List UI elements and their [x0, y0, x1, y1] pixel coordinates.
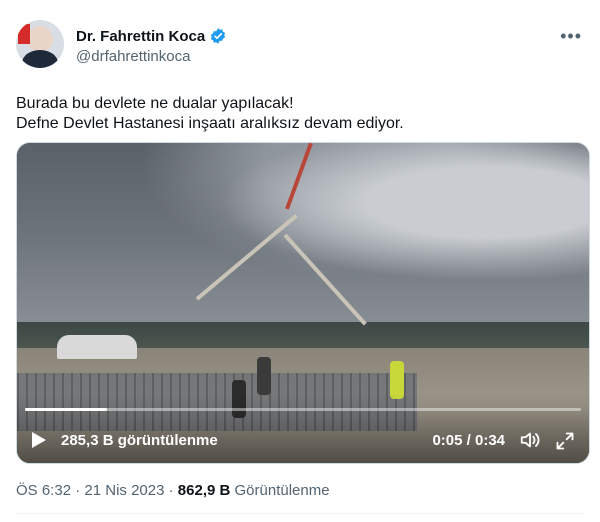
video-player[interactable]: 285,3 B görüntülenme 0:05 / 0:34	[16, 142, 590, 464]
tweet-text: Burada bu devlete ne dualar yapılacak! D…	[16, 94, 404, 134]
divider	[16, 513, 584, 514]
video-progress-bar[interactable]	[25, 408, 581, 411]
avatar[interactable]	[16, 20, 64, 68]
tweet-line-1: Burada bu devlete ne dualar yapılacak!	[16, 95, 294, 112]
worker-figure	[257, 357, 271, 396]
play-icon[interactable]	[31, 431, 47, 449]
tweet-meta: ÖS 6:32 · 21 Nis 2023 · 862,9 B Görüntül…	[16, 482, 330, 499]
video-sky	[17, 143, 589, 342]
tweet-view-count: 862,9 B	[177, 482, 231, 499]
avatar-figure	[22, 50, 58, 68]
tweet-view-label: Görüntülenme	[234, 482, 330, 499]
flag-shape	[18, 24, 30, 44]
video-views: 285,3 B görüntülenme	[61, 432, 218, 449]
tweet-line-2: Defne Devlet Hastanesi inşaatı aralıksız…	[16, 115, 404, 132]
author-name-row[interactable]: Dr. Fahrettin Koca	[76, 27, 227, 45]
sound-icon[interactable]	[519, 429, 541, 451]
concrete-mixer-truck	[57, 335, 137, 359]
meta-separator: ·	[168, 482, 174, 499]
tweet-time[interactable]: ÖS 6:32	[16, 482, 71, 499]
tweet-date[interactable]: 21 Nis 2023	[84, 482, 164, 499]
more-horizontal-icon[interactable]: •••	[560, 26, 582, 47]
verified-badge-icon	[211, 28, 226, 44]
author-handle[interactable]: @drfahrettinkoca	[76, 48, 190, 65]
video-controls: 285,3 B görüntülenme 0:05 / 0:34	[17, 393, 589, 463]
video-progress-fill	[25, 408, 107, 411]
fullscreen-icon[interactable]	[555, 431, 575, 451]
author-name[interactable]: Dr. Fahrettin Koca	[76, 28, 205, 45]
meta-separator: ·	[75, 482, 81, 499]
video-time: 0:05 / 0:34	[432, 432, 505, 449]
